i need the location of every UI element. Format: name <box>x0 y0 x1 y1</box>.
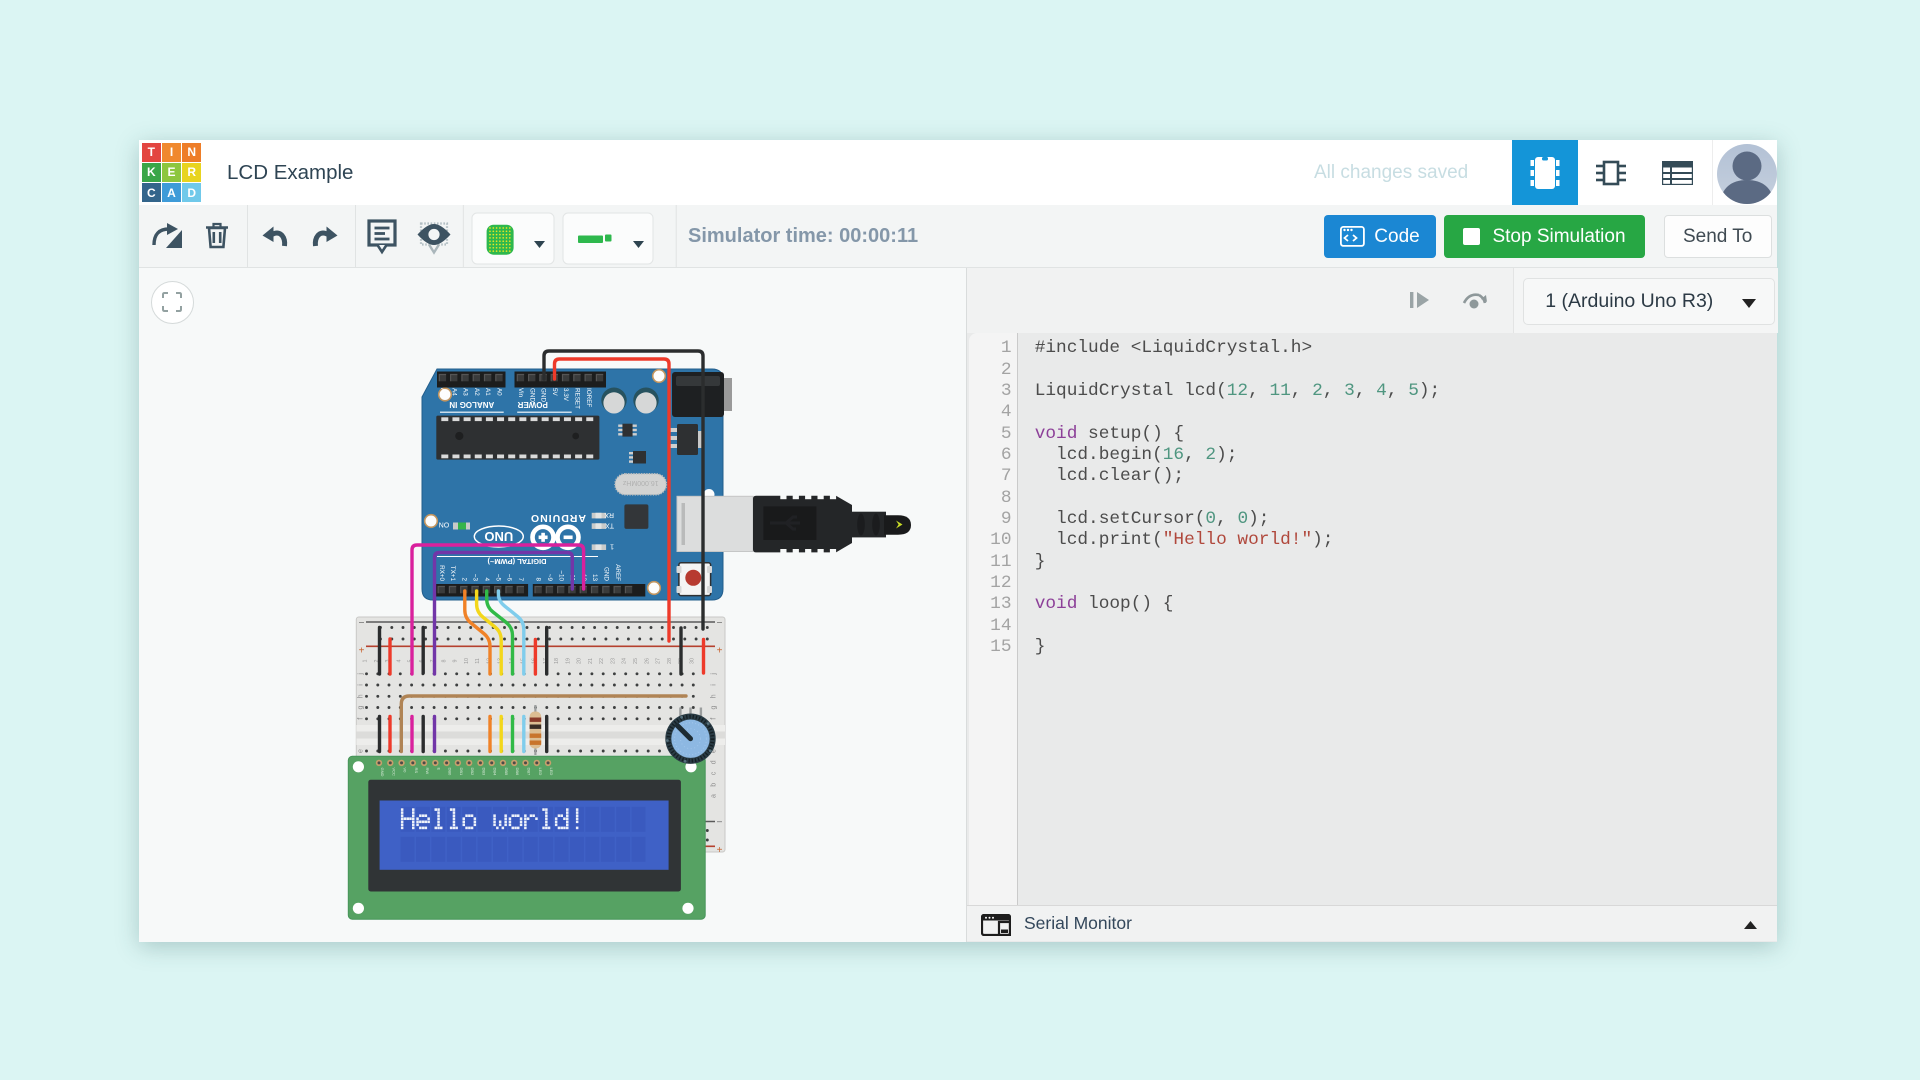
svg-text:10: 10 <box>464 658 470 664</box>
svg-text:A0: A0 <box>496 388 503 396</box>
svg-text:–: – <box>717 617 722 627</box>
svg-text:h: h <box>358 694 365 698</box>
svg-text:7: 7 <box>517 577 524 581</box>
svg-text:~9: ~9 <box>546 574 553 582</box>
svg-text:16.000MHz: 16.000MHz <box>622 479 658 486</box>
svg-text:f: f <box>358 718 365 720</box>
svg-text:22: 22 <box>599 658 605 664</box>
svg-text:11: 11 <box>475 658 481 664</box>
svg-text:UNO: UNO <box>484 529 513 544</box>
svg-text:A4: A4 <box>450 388 457 396</box>
svg-text:RX: RX <box>604 511 614 518</box>
svg-text:GND: GND <box>603 567 610 581</box>
svg-text:5V: 5V <box>551 388 558 397</box>
svg-text:LED: LED <box>538 768 543 776</box>
svg-text:+: + <box>717 646 723 657</box>
svg-text:a: a <box>711 794 718 798</box>
svg-text:19: 19 <box>565 658 571 664</box>
svg-text:25: 25 <box>633 658 639 664</box>
svg-text:c: c <box>711 771 718 775</box>
svg-text:RESET: RESET <box>574 388 581 409</box>
svg-text:ON: ON <box>439 521 450 528</box>
svg-text:26: 26 <box>644 658 650 664</box>
svg-text:g: g <box>711 705 718 709</box>
svg-text:28: 28 <box>667 658 673 664</box>
svg-text:13: 13 <box>591 574 598 582</box>
svg-text:ANALOG IN: ANALOG IN <box>449 400 494 409</box>
svg-text:DB1: DB1 <box>459 768 464 777</box>
svg-text:+: + <box>359 646 365 657</box>
svg-text:POWER: POWER <box>517 400 547 409</box>
svg-text:VCC: VCC <box>391 768 396 777</box>
svg-text:+: + <box>717 845 723 856</box>
svg-text:A5: A5 <box>439 388 446 396</box>
svg-text:–: – <box>359 617 364 627</box>
svg-text:b: b <box>711 783 718 787</box>
svg-text:4: 4 <box>396 660 402 663</box>
svg-text:LED: LED <box>549 768 554 776</box>
svg-text:A1: A1 <box>484 388 491 396</box>
svg-text:8: 8 <box>535 577 542 581</box>
svg-text:DB3: DB3 <box>481 768 486 777</box>
svg-text:TX+1: TX+1 <box>449 566 456 582</box>
svg-text:21: 21 <box>588 658 594 664</box>
svg-text:18: 18 <box>554 658 560 664</box>
svg-text:30: 30 <box>689 658 695 664</box>
svg-text:A3: A3 <box>462 388 469 396</box>
svg-text:~10: ~10 <box>557 570 564 581</box>
svg-text:j: j <box>711 673 718 676</box>
svg-text:23: 23 <box>610 658 616 664</box>
svg-text:g: g <box>358 705 365 709</box>
svg-text:e: e <box>358 749 365 753</box>
svg-text:4: 4 <box>483 577 490 581</box>
svg-text:h: h <box>711 694 718 698</box>
svg-text:DB5: DB5 <box>504 768 509 777</box>
svg-text:3.3V: 3.3V <box>562 388 569 402</box>
svg-text:DB2: DB2 <box>470 768 475 777</box>
svg-text:DB7: DB7 <box>527 768 532 777</box>
svg-text:DB4: DB4 <box>493 768 498 777</box>
svg-text:~5: ~5 <box>494 574 501 582</box>
svg-text:–: – <box>717 816 722 826</box>
svg-text:E: E <box>436 768 441 771</box>
svg-text:9: 9 <box>453 660 459 663</box>
svg-text:A2: A2 <box>473 388 480 396</box>
svg-text:8: 8 <box>441 660 447 663</box>
svg-text:TX: TX <box>605 521 614 528</box>
svg-text:RS: RS <box>414 768 419 774</box>
svg-text:20: 20 <box>577 658 583 664</box>
svg-text:IOREF: IOREF <box>585 388 592 407</box>
svg-text:1: 1 <box>610 543 614 550</box>
svg-text:GND: GND <box>380 768 385 777</box>
svg-text:d: d <box>711 760 718 764</box>
svg-text:2: 2 <box>460 577 467 581</box>
svg-text:f: f <box>711 718 718 720</box>
svg-text:DB0: DB0 <box>448 768 453 777</box>
svg-text:RW: RW <box>425 768 430 775</box>
svg-text:24: 24 <box>622 658 628 664</box>
svg-text:Vin: Vin <box>517 388 524 397</box>
svg-text:ARDUINO: ARDUINO <box>530 512 586 524</box>
svg-text:DIGITAL (PWM~): DIGITAL (PWM~) <box>487 557 547 566</box>
svg-text:RX+0: RX+0 <box>438 565 445 581</box>
svg-text:~3: ~3 <box>472 574 479 582</box>
svg-text:27: 27 <box>656 658 662 664</box>
svg-text:AREF: AREF <box>614 564 621 581</box>
svg-text:~6: ~6 <box>506 574 513 582</box>
svg-text:V0: V0 <box>403 768 408 774</box>
svg-text:1: 1 <box>363 660 369 663</box>
svg-text:DB6: DB6 <box>515 768 520 777</box>
svg-text:j: j <box>358 673 365 676</box>
